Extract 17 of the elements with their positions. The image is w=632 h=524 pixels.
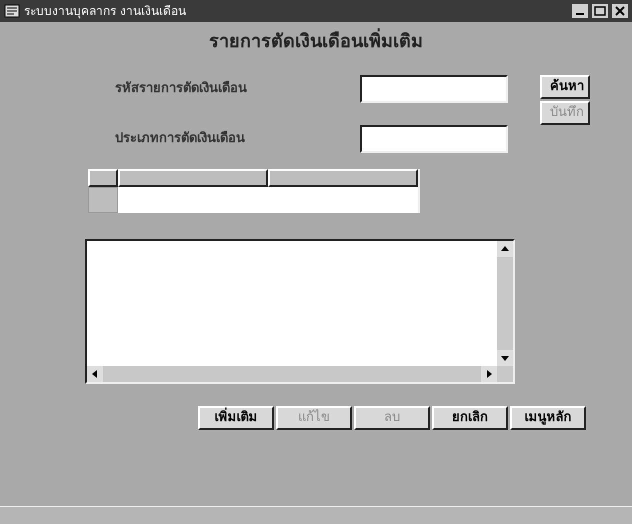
- field-label: รหัสรายการตัดเงินเดือน: [115, 80, 247, 98]
- horizontal-scrollbar[interactable]: [87, 366, 497, 382]
- app-icon: [4, 4, 20, 18]
- form-button[interactable]: ยกเลิก: [432, 406, 508, 430]
- maximize-icon[interactable]: [592, 4, 608, 18]
- form-button[interactable]: เพิ่มเติม: [198, 406, 274, 430]
- form-heading: รายการตัดเงินเดือนเพิ่มเติม: [209, 28, 423, 55]
- side-button[interactable]: ค้นหา: [540, 75, 590, 99]
- window-title: ระบบงานบุคลากร งานเงินเดือน: [24, 3, 187, 20]
- input-field[interactable]: [360, 75, 508, 103]
- minimize-icon[interactable]: [572, 4, 588, 18]
- input-field[interactable]: [360, 125, 508, 153]
- field-label: ประเภทการตัดเงินเดือน: [115, 130, 245, 148]
- close-icon[interactable]: [612, 4, 628, 18]
- row-header: [88, 187, 118, 213]
- form-button[interactable]: เมนูหลัก: [510, 406, 586, 430]
- vertical-scrollbar[interactable]: [497, 241, 513, 382]
